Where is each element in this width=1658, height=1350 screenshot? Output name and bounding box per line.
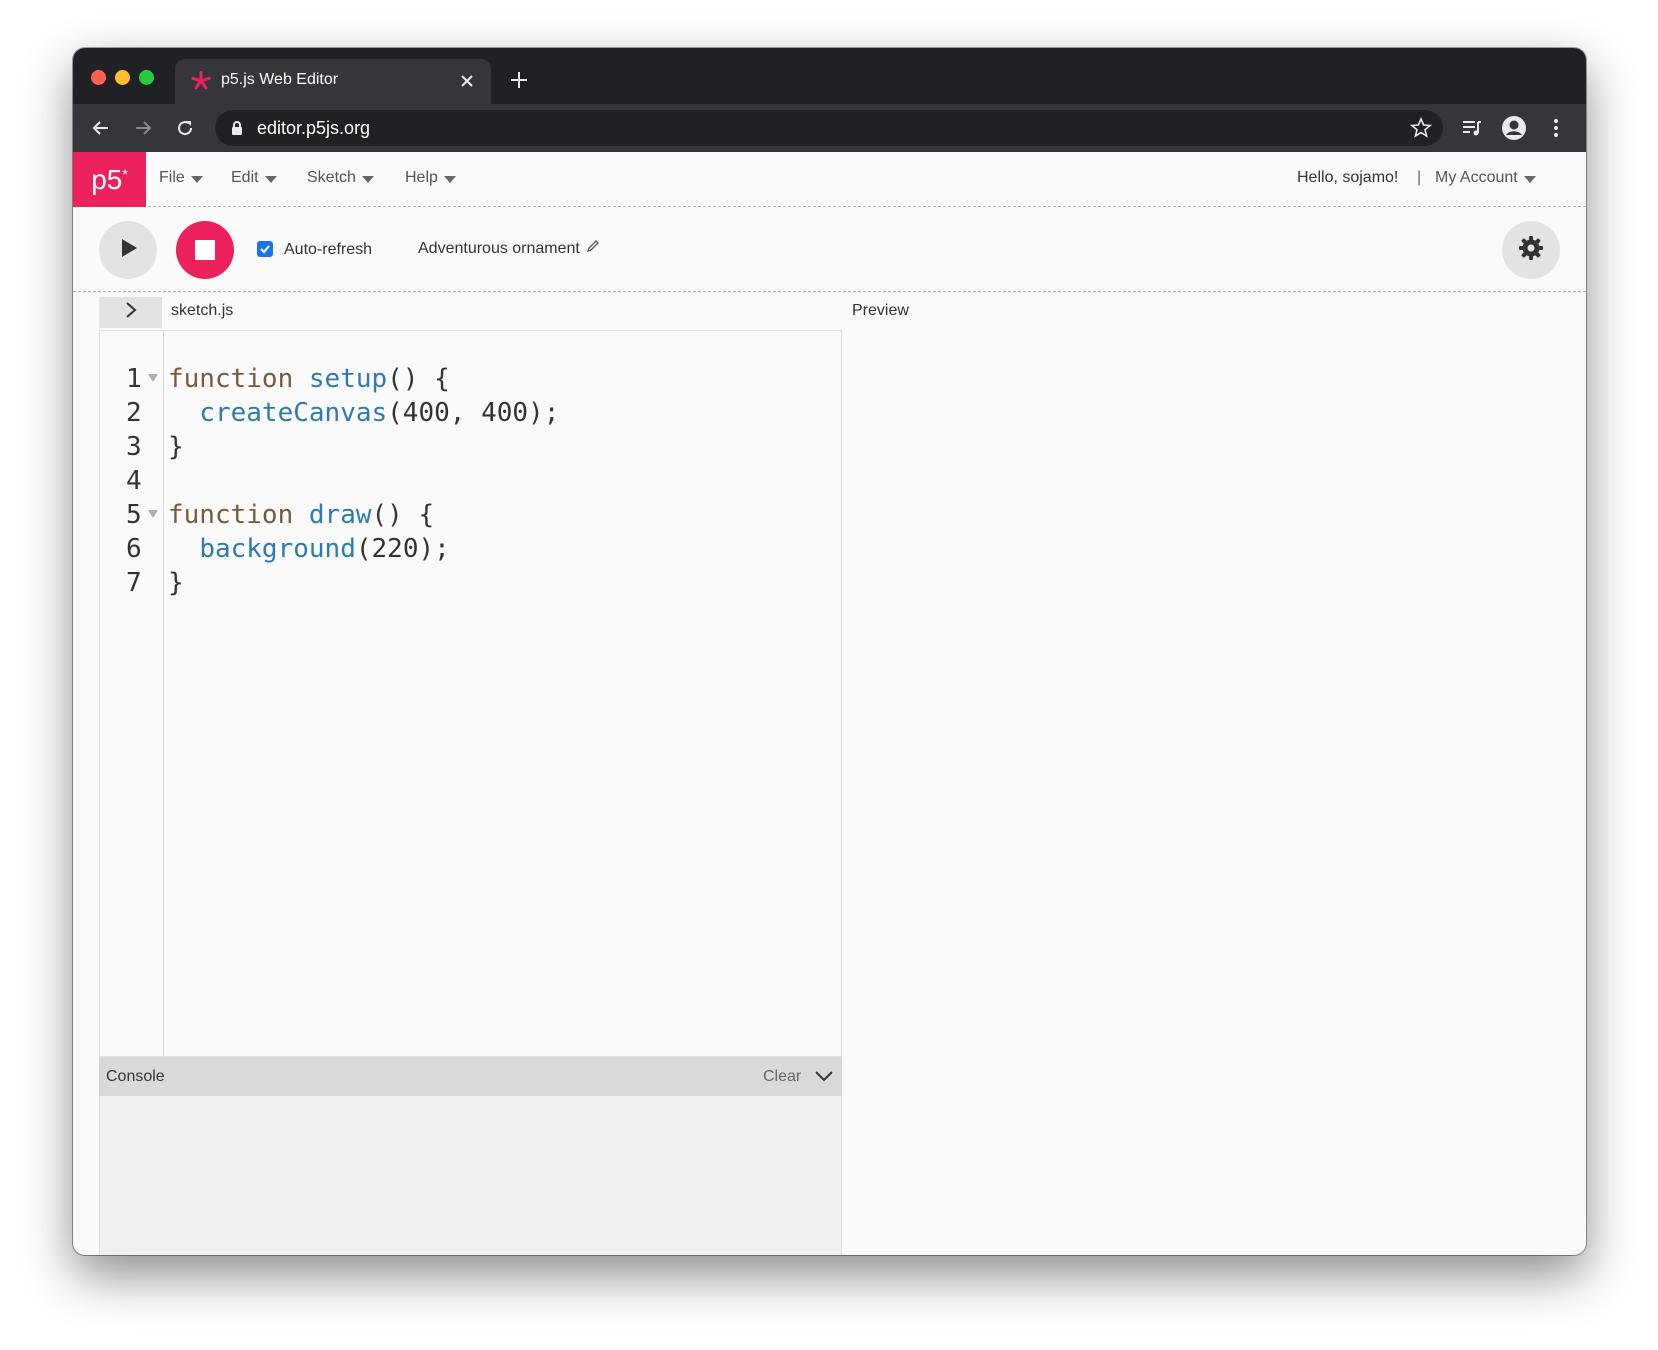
preview-label: Preview [852,302,909,319]
code-keyword: function [168,364,309,394]
code-function-name: setup [308,364,388,394]
arrow-right-icon[interactable] [129,114,157,142]
menu-edit[interactable]: Edit [231,169,277,187]
gear-icon [1517,234,1545,267]
menu-label: Sketch [307,169,356,186]
caret-down-icon [361,175,374,183]
line-number: 7 [126,568,142,598]
tab-title: p5.js Web Editor [221,71,339,88]
reload-icon[interactable] [171,114,199,142]
minimize-window-button[interactable] [115,70,130,85]
browser-tab[interactable]: p5.js Web Editor [175,59,491,104]
sidebar-toggle-button[interactable] [99,297,162,328]
console-header: Console Clear [99,1057,842,1096]
tab-strip: p5.js Web Editor [73,48,1586,104]
p5-logo[interactable]: p5 * [73,152,146,207]
fold-triangle-icon[interactable] [148,510,158,518]
my-account-menu[interactable]: My Account [1435,169,1536,187]
user-greeting: Hello, sojamo! [1297,169,1399,186]
kebab-menu-icon[interactable] [1542,114,1570,142]
auto-refresh-checkbox[interactable] [257,241,273,257]
address-bar[interactable]: editor.p5js.org [215,110,1443,146]
code-line: function setup() { [168,364,450,394]
code-text: } [168,568,184,598]
logo-mark: * [122,165,128,182]
line-number: 6 [126,534,142,564]
chevron-down-icon[interactable] [813,1065,835,1087]
url-text: editor.p5js.org [257,118,371,138]
caret-down-icon [190,175,203,183]
pencil-icon[interactable] [586,239,600,258]
code-editor[interactable]: 1 2 3 4 5 6 7 function setup() { createC… [99,330,842,1057]
menu-label: Help [405,169,438,186]
code-line: function draw() { [168,500,434,530]
account-label: My Account [1435,169,1518,186]
logo-text: p5 [91,163,123,195]
code-line: createCanvas(400, 400); [168,398,559,428]
stop-icon [195,240,215,260]
chevron-right-icon [124,301,138,324]
settings-button[interactable] [1502,221,1560,279]
code-text: () { [371,500,435,530]
menu-label: Edit [231,169,259,186]
menu-label: File [159,169,185,186]
sketch-controls: Auto-refresh Adventurous ornament [73,208,1586,292]
code-function-name: background [199,534,356,564]
arrow-left-icon[interactable] [87,114,115,142]
p5-asterisk-icon [189,69,213,93]
browser-toolbar: editor.p5js.org [73,104,1586,152]
account-circle-icon[interactable] [1500,114,1528,142]
code-text: () { [387,364,450,394]
maximize-window-button[interactable] [139,70,154,85]
close-icon[interactable] [455,69,479,93]
file-tab-sketch-js[interactable]: sketch.js [171,302,233,320]
line-number: 5 [126,500,142,530]
fold-triangle-icon[interactable] [148,374,158,382]
menu-file[interactable]: File [159,169,203,187]
line-number: 4 [126,466,142,496]
code-keyword: function [168,500,309,530]
code-line: } [168,568,184,598]
console-output [99,1096,842,1255]
code-text: (220); [355,534,450,564]
code-text: (400, 400); [387,398,560,428]
menu-sketch[interactable]: Sketch [307,169,374,187]
caret-down-icon [443,175,456,183]
caret-down-icon [264,175,277,183]
code-function-name: draw [308,500,372,530]
play-icon [117,237,139,264]
playlist-icon[interactable] [1458,114,1486,142]
console-clear-button[interactable]: Clear [763,1068,801,1086]
caret-down-icon [1523,175,1536,183]
code-line: background(220); [168,534,450,564]
nav-separator: | [1417,169,1422,186]
stop-button[interactable] [176,221,234,279]
code-function-name: createCanvas [199,398,388,428]
auto-refresh-label: Auto-refresh [284,241,373,258]
line-number: 2 [126,398,142,428]
line-number: 3 [126,432,142,462]
preview-pane [852,330,1560,1255]
app-nav: p5 * File Edit Sketch Help Hello, sojamo!… [73,152,1586,207]
menu-help[interactable]: Help [405,169,456,187]
star-icon[interactable] [1409,116,1433,140]
close-window-button[interactable] [91,70,106,85]
sketch-name-text: Adventurous ornament [418,239,580,257]
sketch-name[interactable]: Adventurous ornament [418,239,600,258]
line-number-gutter: 1 2 3 4 5 6 7 [100,331,164,1056]
lock-icon [229,120,245,136]
browser-window: p5.js Web Editor editor.p5js.org p5 * Fi… [73,48,1586,1255]
play-button[interactable] [99,221,157,279]
code-text: } [168,432,184,462]
console-title: Console [106,1068,165,1085]
plus-icon[interactable] [505,66,533,94]
line-number: 1 [126,364,142,394]
code-line: } [168,432,184,462]
